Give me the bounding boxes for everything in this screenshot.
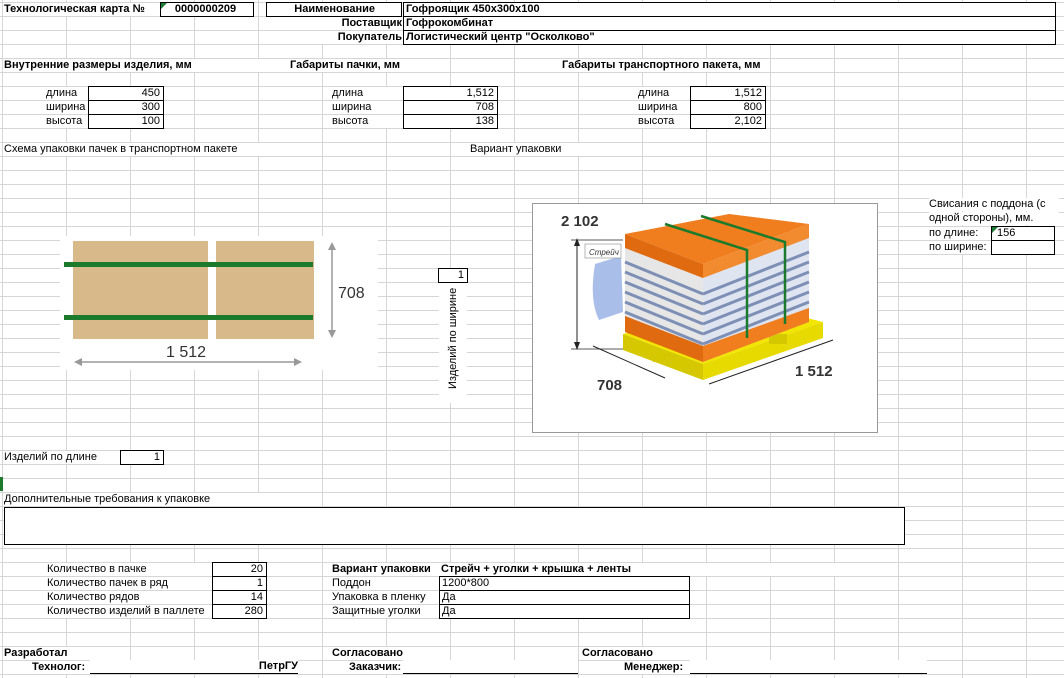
technologist-label: Технолог: [32,661,90,674]
inner-length-cell[interactable]: 450 [88,86,164,101]
pallet-cell[interactable]: 1200*800 [439,576,690,591]
name-value-cell[interactable]: Гофроящик 450х300х100 [403,2,1056,17]
dim-height-label: 2 102 [561,213,599,230]
scheme-title: Схема упаковки пачек в транспортном паке… [4,143,270,156]
items-by-length-cell[interactable]: 1 [120,450,164,465]
per-pack-cell[interactable]: 20 [212,562,267,577]
dim-width-3d-label: 708 [597,377,622,394]
buyer-value-cell[interactable]: Логистический центр "Осколково" [403,30,1056,45]
pack-top-view-diagram: 708 1 512 [60,236,378,370]
cardboard-pack-left [73,241,208,339]
cell-cursor-marker [0,477,3,491]
strap-bottom [64,315,313,320]
per-pack-label: Количество в пачке [47,563,212,576]
transport-length-label: длина [638,87,690,100]
pack-width-cell[interactable]: 708 [403,100,498,115]
dim-length-3d-label: 1 512 [795,363,833,380]
technologist-field[interactable]: ПетрГУ [90,660,298,674]
transport-width-label: ширина [638,101,690,114]
name-label: Наименование [266,2,402,17]
stretch-label: Стрейч [589,248,619,257]
inner-length-label: длина [46,87,88,100]
strap-top [64,262,313,267]
developed-label: Разработал [4,647,84,660]
manager-field[interactable] [690,660,927,674]
card-number-value: 0000000209 [174,3,237,15]
transport-length-cell[interactable]: 1,512 [690,86,766,101]
overhang-length-cell[interactable]: 156 [991,226,1055,241]
transport-width-cell[interactable]: 800 [690,100,766,115]
overhang-title-line1: Свисания с поддона (с [929,198,1059,211]
buyer-label: Покупатель [266,31,405,44]
overhang-length-label: по длине: [929,227,991,240]
inner-height-cell[interactable]: 100 [88,114,164,129]
stretch-film-roll [592,256,623,320]
film-label: Упаковка в пленку [332,591,438,604]
customer-label: Заказчик: [349,661,403,674]
per-pallet-cell[interactable]: 280 [212,604,267,619]
corners-label: Защитные уголки [332,605,438,618]
inner-width-label: ширина [46,101,88,114]
pack-width-label: ширина [332,101,402,114]
variant-title: Вариант упаковки [470,143,620,156]
pack-length-label: длина [332,87,402,100]
pallet-3d-diagram: 2 102 Стрейч 708 1 512 [532,203,878,433]
overhang-title-line2: одной стороны), мм. [929,212,1059,225]
inner-dims-title: Внутренние размеры изделия, мм [4,59,270,72]
dim-length-label: 1 512 [166,344,206,361]
items-by-length-label: Изделий по длине [4,451,120,464]
pallet-label: Поддон [332,577,438,590]
rows-label: Количество рядов [47,591,212,604]
variant-value[interactable]: Стрейч + уголки + крышка + ленты [441,563,895,576]
variant-label: Вариант упаковки [332,563,438,576]
card-number-label: Технологическая карта № [4,3,159,16]
transport-dims-title: Габариты транспортного пакета, мм [562,59,768,72]
manager-label: Менеджер: [624,661,690,674]
pack-length-cell[interactable]: 1,512 [403,86,498,101]
supplier-label: Поставщик [266,17,405,30]
transport-height-label: высота [638,115,690,128]
extra-requirements-field[interactable] [4,507,905,545]
pack-height-cell[interactable]: 138 [403,114,498,129]
packs-per-row-label: Количество пачек в ряд [47,577,212,590]
packs-per-row-cell[interactable]: 1 [212,576,267,591]
overhang-width-cell[interactable] [991,240,1055,255]
overhang-width-label: по ширине: [929,241,991,254]
extra-requirements-title: Дополнительные требования к упаковке [4,493,270,506]
pack-height-label: высота [332,115,402,128]
corners-cell[interactable]: Да [439,604,690,619]
inner-width-cell[interactable]: 300 [88,100,164,115]
rows-cell[interactable]: 14 [212,590,267,605]
supplier-value-cell[interactable]: Гофрокомбинат [403,16,1056,31]
items-by-width-cell[interactable]: 1 [438,268,468,283]
comment-marker-icon [161,3,167,9]
cardboard-pack-right [216,241,314,339]
card-number-cell[interactable]: 0000000209 [160,2,254,17]
items-by-width-label-box: Изделий по ширине [439,283,467,403]
transport-height-cell[interactable]: 2,102 [690,114,766,129]
customer-field[interactable] [403,660,578,674]
agreed-customer-label: Согласовано [332,647,412,660]
per-pallet-label: Количество изделий в паллете [47,605,212,618]
comment-marker-icon [992,227,998,233]
agreed-manager-label: Согласовано [582,647,662,660]
items-by-width-label: Изделий по ширине [447,287,459,389]
dim-width-label: 708 [338,285,365,302]
film-cell[interactable]: Да [439,590,690,605]
pack-dims-title: Габариты пачки, мм [290,59,410,72]
inner-height-label: высота [46,115,88,128]
